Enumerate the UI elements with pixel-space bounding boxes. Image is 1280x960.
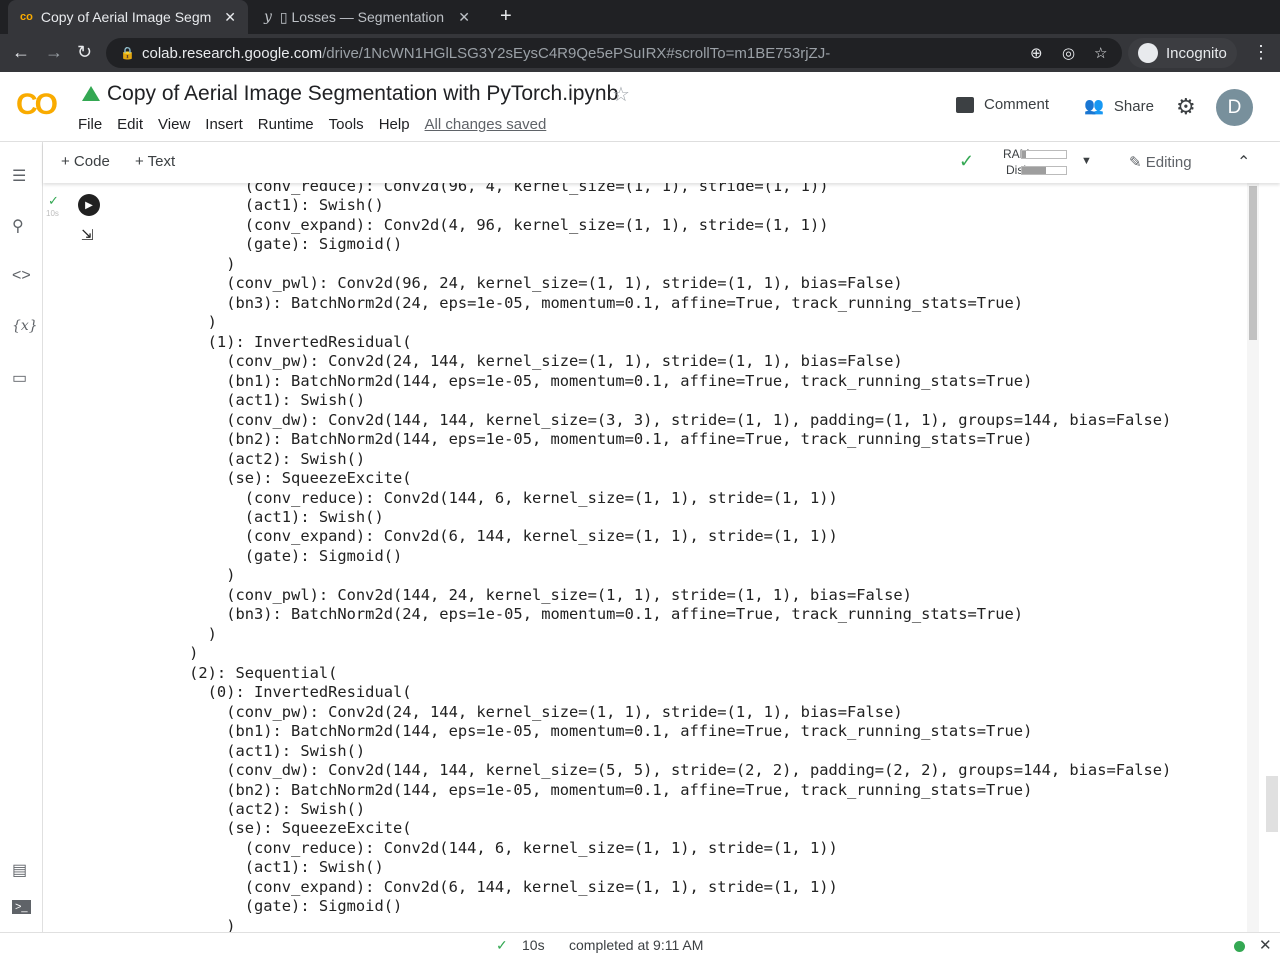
url-path: /drive/1NcWN1HGlLSG3Y2sEysC4R9Qe5ePSuIRX… — [322, 44, 831, 62]
menu-view[interactable]: View — [158, 116, 190, 133]
disk-meter-fill — [1022, 167, 1047, 174]
incognito-icon — [1138, 43, 1158, 63]
scrollbar-thumb[interactable] — [1249, 186, 1257, 340]
run-cell-button[interactable]: ▶ — [78, 194, 100, 216]
cell-toolbar: + Code + Text ✓ RAM Disk ▼ ✎ Editing ⌃ — [43, 142, 1280, 183]
site-favicon-icon: y — [264, 9, 272, 25]
comment-label: Comment — [984, 96, 1050, 113]
colab-logo[interactable]: CO — [16, 88, 58, 122]
comment-icon — [956, 96, 974, 113]
lock-icon: 🔒 — [120, 46, 135, 60]
incognito-badge[interactable]: Incognito — [1128, 38, 1237, 68]
colab-header: CO Copy of Aerial Image Segmentation wit… — [0, 72, 1280, 142]
address-bar[interactable]: 🔒 colab.research.google.com/drive/1NcWN1… — [106, 38, 1122, 68]
tab-title: ▯ Losses — Segmentation — [279, 8, 445, 25]
browser-toolbar: ← → ↻ 🔒 colab.research.google.com/drive/… — [0, 34, 1280, 72]
menu-bar: File Edit View Insert Runtime Tools Help… — [78, 116, 561, 133]
share-button[interactable]: 👥 Share — [1084, 96, 1154, 116]
files-folder-icon[interactable]: ▭ — [12, 368, 27, 388]
menu-file[interactable]: File — [78, 116, 102, 133]
status-check-icon: ✓ — [496, 937, 508, 953]
back-icon[interactable]: ← — [12, 42, 30, 63]
ram-meter-fill — [1022, 151, 1027, 158]
variables-icon[interactable]: {x} — [12, 318, 38, 334]
command-palette-icon[interactable]: ▤ — [12, 860, 27, 880]
drive-icon — [82, 86, 100, 101]
connected-check-icon: ✓ — [959, 151, 975, 171]
reload-icon[interactable]: ↻ — [77, 42, 92, 63]
editing-mode-button[interactable]: ✎ Editing — [1129, 153, 1192, 171]
close-status-icon[interactable]: ✕ — [1259, 936, 1272, 954]
left-sidebar: ☰ ⚲ <> {x} ▭ ▤ >_ — [0, 142, 43, 932]
browser-tab-bar: co Copy of Aerial Image Segm ✕ y ▯ Losse… — [0, 0, 1280, 34]
play-icon: ▶ — [85, 199, 93, 211]
menu-edit[interactable]: Edit — [117, 116, 143, 133]
status-duration: 10s — [522, 937, 545, 953]
add-code-button[interactable]: + Code — [61, 153, 110, 170]
colab-favicon-icon: co — [20, 11, 33, 23]
comment-button[interactable]: Comment — [956, 96, 1049, 113]
avatar[interactable]: D — [1216, 89, 1253, 126]
pencil-icon: ✎ — [1129, 154, 1142, 171]
close-tab-icon[interactable]: ✕ — [458, 9, 470, 26]
notebook-title[interactable]: Copy of Aerial Image Segmentation with P… — [107, 82, 618, 106]
save-status-link[interactable]: All changes saved — [425, 116, 547, 133]
browser-tab-losses[interactable]: y ▯ Losses — Segmentation ✕ — [252, 0, 482, 34]
code-snippets-icon[interactable]: <> — [12, 267, 31, 285]
url-host: colab.research.google.com — [142, 44, 323, 62]
search-icon[interactable]: ⚲ — [12, 216, 24, 236]
menu-help[interactable]: Help — [379, 116, 410, 133]
people-icon: 👥 — [1084, 98, 1104, 115]
table-of-contents-icon[interactable]: ☰ — [12, 166, 26, 186]
model-summary-output: (conv_reduce): Conv2d(96, 4, kernel_size… — [189, 183, 1172, 932]
runtime-dropdown-icon[interactable]: ▼ — [1081, 155, 1092, 167]
profile-label: Incognito — [1166, 44, 1227, 62]
star-icon[interactable]: ☆ — [612, 82, 630, 107]
zoom-icon[interactable]: ⊕ — [1030, 44, 1043, 62]
editing-label: Editing — [1145, 154, 1192, 171]
ram-meter — [1021, 150, 1067, 159]
menu-runtime[interactable]: Runtime — [258, 116, 314, 133]
tracking-eye-icon[interactable]: ◎ — [1062, 44, 1075, 62]
terminal-icon[interactable]: >_ — [12, 900, 31, 914]
status-completed: completed at 9:11 AM — [569, 937, 704, 953]
status-bar: ✓ 10s completed at 9:11 AM ✕ — [0, 932, 1280, 960]
share-label: Share — [1113, 97, 1154, 115]
browser-tab-colab[interactable]: co Copy of Aerial Image Segm ✕ — [8, 0, 248, 34]
collapse-chevron-up-icon[interactable]: ⌃ — [1237, 152, 1250, 172]
menu-tools[interactable]: Tools — [329, 116, 364, 133]
bookmark-star-icon[interactable]: ☆ — [1094, 44, 1107, 62]
close-tab-icon[interactable]: ✕ — [224, 9, 236, 26]
add-text-button[interactable]: + Text — [135, 153, 175, 170]
tab-title: Copy of Aerial Image Segm — [40, 9, 212, 25]
forward-icon[interactable]: → — [45, 42, 63, 63]
settings-gear-icon[interactable]: ⚙ — [1176, 94, 1196, 120]
connection-status-dot-icon — [1234, 941, 1245, 952]
page-scrollbar-thumb[interactable] — [1266, 776, 1278, 832]
disk-meter — [1021, 166, 1067, 175]
menu-insert[interactable]: Insert — [205, 116, 243, 133]
browser-menu-icon[interactable]: ⋮ — [1252, 42, 1270, 63]
new-tab-button[interactable]: + — [500, 5, 512, 28]
cell-output: (conv_reduce): Conv2d(96, 4, kernel_size… — [43, 183, 1247, 932]
